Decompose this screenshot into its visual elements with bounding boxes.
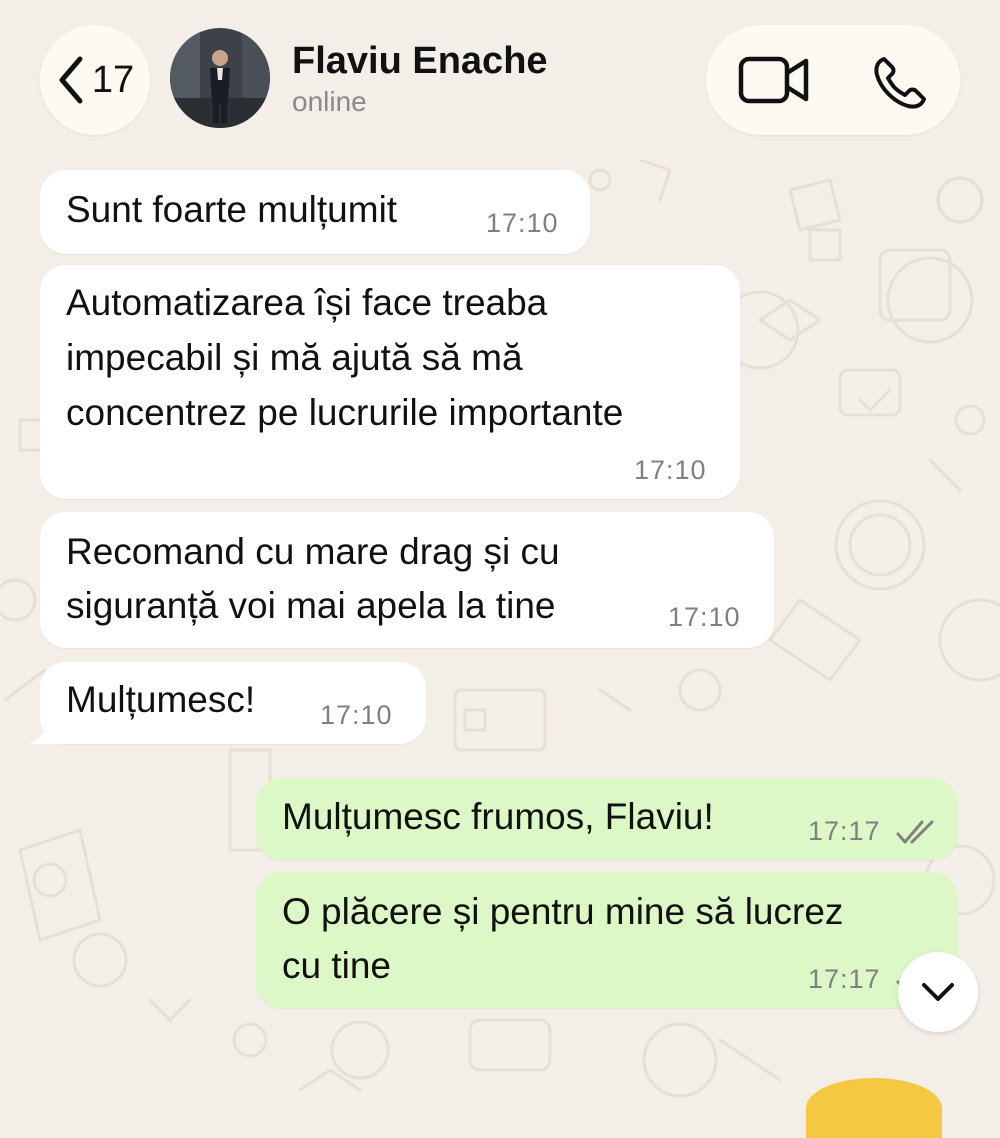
message-text-line: siguranță voi mai apela la tine [66, 585, 556, 626]
video-camera-icon[interactable] [738, 53, 810, 107]
bubble-tail [28, 714, 64, 744]
phone-icon[interactable] [870, 53, 930, 113]
message-time: 17:10 [668, 602, 741, 632]
message-time: 17:10 [486, 208, 559, 238]
message-text: Mulțumesc frumos, Flaviu! [282, 796, 714, 837]
message-bubble-incoming[interactable]: Sunt foarte mulțumit 17:10 [40, 170, 590, 254]
message-time: 17:17 [808, 964, 881, 994]
message-text-line: O plăcere și pentru mine să lucrez [282, 891, 844, 932]
message-text-line: cu tine [282, 945, 392, 986]
scroll-to-bottom-button[interactable] [898, 952, 978, 1032]
chevron-left-icon [59, 56, 83, 104]
message-text-line: Recomand cu mare drag și cu [66, 531, 560, 572]
message-time: 17:10 [320, 700, 393, 730]
chevron-down-icon [922, 983, 954, 1001]
message-time: 17:10 [634, 455, 707, 485]
chat-header: 17 Flaviu Enache online [0, 0, 1000, 160]
message-text: Mulțumesc! [66, 679, 256, 720]
back-button[interactable]: 17 [40, 25, 150, 135]
contact-name[interactable]: Flaviu Enache [292, 40, 548, 83]
message-bubble-incoming[interactable]: Automatizarea își face treaba impecabil … [40, 265, 740, 499]
message-text-line: concentrez pe lucrurile importante [66, 392, 624, 433]
emoji-sticker [806, 1078, 942, 1138]
avatar[interactable] [170, 28, 270, 128]
message-text-line: impecabil și mă ajută să mă [66, 337, 523, 378]
unread-count: 17 [91, 58, 135, 101]
message-time: 17:17 [808, 816, 881, 846]
message-bubble-outgoing[interactable]: O plăcere și pentru mine să lucrez cu ti… [256, 872, 958, 1008]
message-bubble-incoming[interactable]: Mulțumesc! 17:10 [40, 662, 426, 744]
message-text: Sunt foarte mulțumit [66, 189, 398, 230]
message-bubble-incoming[interactable]: Recomand cu mare drag și cu siguranță vo… [40, 512, 774, 648]
contact-status: online [292, 86, 367, 117]
call-actions [706, 25, 960, 135]
message-bubble-outgoing[interactable]: Mulțumesc frumos, Flaviu! 17:17 [256, 778, 958, 860]
message-text-line: Automatizarea își face treaba [66, 282, 548, 323]
double-check-icon [896, 820, 934, 844]
